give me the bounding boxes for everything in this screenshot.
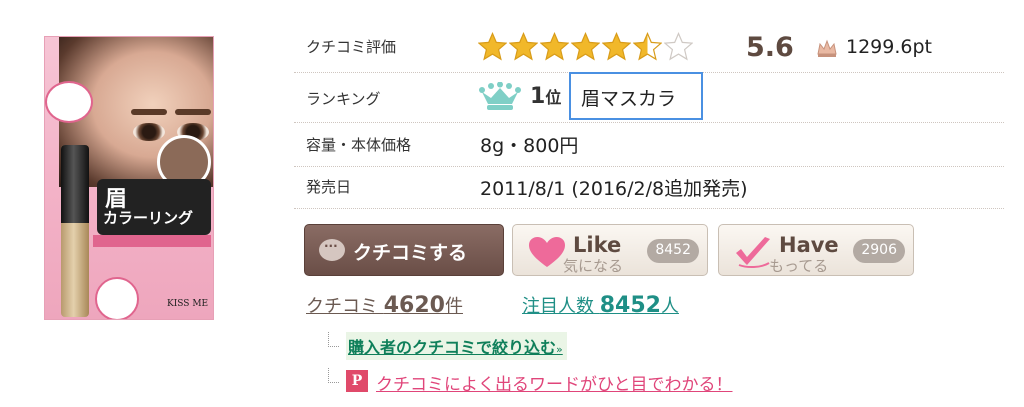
p-logo-icon: P <box>346 370 368 392</box>
product-image[interactable]: 眉 カラーリング KISS ME <box>44 36 214 320</box>
review-count-prefix: クチコミ <box>306 296 384 317</box>
have-count-badge: 2906 <box>853 239 905 263</box>
review-count-number: 4620 <box>383 293 445 318</box>
product-brand-text: KISS ME <box>167 299 209 309</box>
product-heart-badge <box>45 81 93 123</box>
star-icon <box>478 32 507 61</box>
product-eye-left <box>133 123 165 141</box>
package-title-line-2: カラーリング <box>103 209 194 227</box>
ranking-category-link[interactable]: 眉マスカラ <box>569 72 703 120</box>
release-row: 発売日 2011/8/1 (2016/2/8追加発売) <box>294 166 1004 209</box>
ranking-suffix: 位 <box>545 88 562 107</box>
star-icon <box>664 32 693 61</box>
capacity-row: 容量・本体価格 8g・800円 <box>294 122 1004 167</box>
have-button[interactable]: Have もってる 2906 <box>718 224 914 276</box>
star-icon <box>571 32 600 61</box>
product-circle-badge <box>95 277 139 319</box>
counts-bar: クチコミ 4620件 注目人数 8452人 <box>306 292 679 318</box>
like-button[interactable]: Like 気になる 8452 <box>512 224 708 276</box>
review-count-link[interactable]: クチコミ 4620件 <box>306 293 463 318</box>
capacity-label: 容量・本体価格 <box>306 136 412 154</box>
buyer-review-filter-text: 購入者のクチコミで絞り込む <box>348 338 557 357</box>
speech-bubble-icon <box>319 239 345 261</box>
star-rating <box>478 32 695 62</box>
have-sublabel: もってる <box>769 257 829 275</box>
star-icon <box>602 32 631 61</box>
rating-label: クチコミ評価 <box>306 38 397 56</box>
rating-row: クチコミ評価 5.6 1299.6pt <box>294 22 1004 73</box>
like-label: Like <box>573 233 622 257</box>
teal-crown-icon <box>479 82 521 110</box>
release-label: 発売日 <box>306 178 352 196</box>
like-sublabel: 気になる <box>563 257 624 275</box>
ranking-position: 1位 <box>530 84 561 109</box>
release-value: 2011/8/1 (2016/2/8追加発売) <box>480 178 748 200</box>
watcher-count-link[interactable]: 注目人数 8452人 <box>522 292 679 318</box>
watcher-count-prefix: 注目人数 <box>522 296 600 317</box>
buyer-review-filter-link[interactable]: 購入者のクチコミで絞り込む» <box>346 332 567 360</box>
crown-icon <box>817 39 837 57</box>
have-label: Have <box>779 233 839 257</box>
write-review-button[interactable]: クチコミする <box>304 224 504 276</box>
ranking-label: ランキング <box>306 90 381 108</box>
product-brow-right <box>175 109 211 115</box>
double-arrow-icon: » <box>556 343 563 356</box>
rating-points: 1299.6pt <box>846 36 932 58</box>
capacity-value: 8g・800円 <box>480 135 579 157</box>
star-icon <box>633 32 662 61</box>
write-review-label: クチコミする <box>353 242 468 264</box>
product-ribbon <box>93 235 211 247</box>
product-tube <box>61 145 89 317</box>
review-count-suffix: 件 <box>444 296 463 317</box>
tree-connector <box>328 368 339 383</box>
star-icon <box>540 32 569 61</box>
ranking-number: 1 <box>530 84 546 109</box>
watcher-count-number: 8452 <box>599 293 661 318</box>
ranking-row: ランキング 1位 眉マスカラ <box>294 72 1004 123</box>
rating-score: 5.6 <box>746 32 794 63</box>
check-icon <box>736 237 770 269</box>
tree-connector <box>328 332 339 347</box>
star-icon <box>509 32 538 61</box>
product-brow-left <box>131 109 167 115</box>
heart-icon <box>529 237 565 267</box>
product-package-title: 眉 カラーリング <box>97 179 211 235</box>
watcher-count-suffix: 人 <box>660 296 679 317</box>
word-cloud-link[interactable]: クチコミによく出るワードがひと目でわかる！ <box>376 370 733 395</box>
like-count-badge: 8452 <box>647 239 699 263</box>
